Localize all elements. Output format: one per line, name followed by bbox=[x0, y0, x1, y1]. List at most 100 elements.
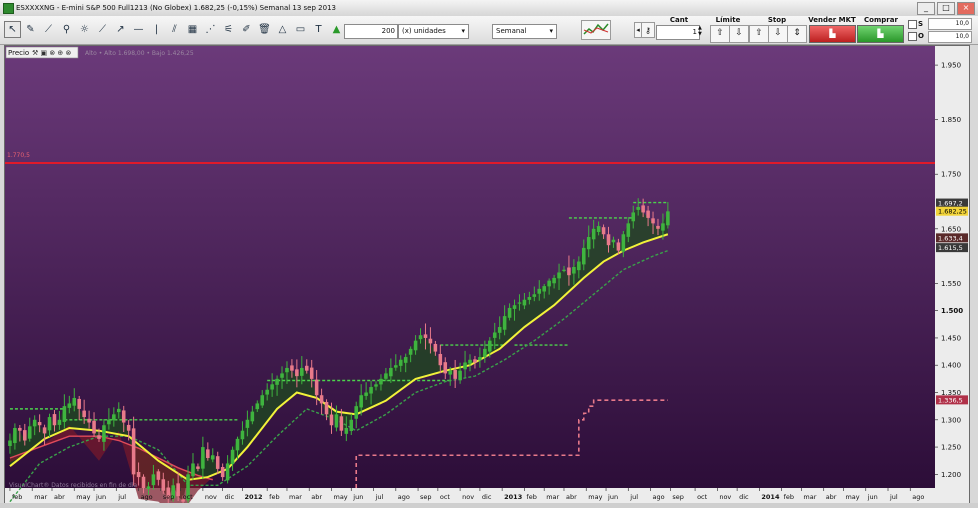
minimize-button[interactable]: _ bbox=[917, 2, 935, 15]
units-input[interactable]: 200 bbox=[344, 24, 398, 39]
candle-body bbox=[107, 419, 111, 425]
chart-canvas: 1.950 1.850 1.750 1.650 1.550 1.500 1.450 1.400… bbox=[5, 46, 969, 503]
x-tick-label: nov bbox=[462, 493, 474, 501]
sun-tool-icon[interactable]: ☼ bbox=[76, 21, 93, 38]
candle-body bbox=[141, 476, 146, 488]
x-tick-label: oct bbox=[440, 493, 451, 501]
candle-body bbox=[295, 369, 299, 377]
close-button[interactable]: × bbox=[957, 2, 975, 15]
vender-label: Vender MKT bbox=[808, 16, 856, 24]
sell-market-button[interactable]: ▙ bbox=[809, 25, 856, 43]
s-input[interactable]: 10,0 bbox=[928, 18, 972, 30]
stop-sell-button[interactable]: ⇩ bbox=[768, 25, 788, 43]
x-tick-label: jun bbox=[867, 493, 878, 501]
y-tick-label: 1.300 bbox=[941, 416, 961, 424]
legend-title: Precio bbox=[8, 49, 29, 57]
price-axis bbox=[935, 46, 969, 503]
candle-body bbox=[463, 362, 467, 370]
candle-body bbox=[47, 417, 52, 431]
limit-sell-button[interactable]: ⇩ bbox=[729, 25, 749, 43]
y-tick-label: 1.200 bbox=[941, 471, 961, 479]
x-tick-label: may bbox=[76, 493, 90, 501]
candle-body bbox=[285, 367, 289, 373]
key-icon[interactable]: ⚷ bbox=[641, 22, 655, 38]
x-tick-label: ago bbox=[398, 493, 410, 501]
buy-arrow-tool-icon[interactable]: ▲ bbox=[328, 21, 345, 38]
candle-body bbox=[126, 424, 131, 431]
candle-body bbox=[611, 239, 616, 243]
x-tick-label: may bbox=[588, 493, 602, 501]
channel-tool-icon[interactable]: ▦ bbox=[184, 21, 201, 38]
candle-body bbox=[250, 411, 255, 422]
x-tick-label: abr bbox=[826, 493, 837, 501]
candle-body bbox=[636, 206, 640, 210]
limit-buy-button[interactable]: ⇧ bbox=[710, 25, 730, 43]
y-tick-label: 1.650 bbox=[941, 225, 961, 233]
rectangle-tool-icon[interactable]: ▭ bbox=[292, 21, 309, 38]
candle-body bbox=[146, 486, 151, 489]
candle-body bbox=[67, 403, 72, 408]
candle-body bbox=[265, 389, 269, 395]
gann-tool-icon[interactable]: ⋰ bbox=[202, 21, 219, 38]
cant-stepper[interactable]: ▲ ▼ bbox=[698, 25, 702, 37]
candle-body bbox=[453, 369, 457, 379]
candle-body bbox=[136, 471, 141, 478]
maximize-button[interactable]: □ bbox=[937, 2, 955, 15]
candle-body bbox=[567, 267, 571, 276]
buy-market-button[interactable]: ▙ bbox=[857, 25, 904, 43]
o-input[interactable]: 10,0 bbox=[928, 31, 972, 43]
candle-body bbox=[27, 426, 32, 439]
candle-body bbox=[443, 362, 448, 374]
pencil-tool-icon[interactable]: ✎ bbox=[22, 21, 39, 38]
x-tick-label: sep bbox=[420, 493, 432, 501]
horizontal-line-tool-icon[interactable]: — bbox=[130, 21, 147, 38]
triangle-tool-icon[interactable]: △ bbox=[274, 21, 291, 38]
legend-settings-icon[interactable]: ⚒ ▣ ⊗ ⊕ ⊗ bbox=[32, 49, 71, 57]
x-tick-label: feb bbox=[12, 493, 22, 501]
candle-body bbox=[517, 302, 522, 304]
o-checkbox[interactable] bbox=[908, 32, 917, 41]
candle-body bbox=[666, 211, 670, 226]
trendline-tool-icon[interactable]: ⟋ bbox=[94, 21, 111, 38]
stop-buy-button[interactable]: ⇧ bbox=[749, 25, 769, 43]
candle-body bbox=[240, 430, 245, 440]
candle-body bbox=[339, 416, 344, 431]
buy-hand-icon: ▙ bbox=[877, 29, 884, 38]
candle-body bbox=[557, 272, 561, 279]
ruler-tool-icon[interactable]: ⟋ bbox=[40, 21, 57, 38]
candle-body bbox=[492, 332, 497, 338]
x-tick-label: dic bbox=[482, 493, 492, 501]
candle-body bbox=[121, 410, 126, 423]
trash-tool-icon[interactable]: 🗑 bbox=[256, 21, 273, 38]
arrow-line-tool-icon[interactable]: ↗ bbox=[112, 21, 129, 38]
title-bar: ESXXXXNG - E-mini S&P 500 Full1213 (No G… bbox=[0, 0, 978, 17]
fibonacci-tool-icon[interactable]: ⫽ bbox=[166, 21, 183, 38]
s-checkbox[interactable] bbox=[908, 20, 917, 29]
cant-input[interactable]: 1 bbox=[656, 25, 700, 40]
candle-body bbox=[423, 334, 428, 338]
pitchfork-tool-icon[interactable]: ⚟ bbox=[220, 21, 237, 38]
price-tag-label: 1.336,5 bbox=[938, 396, 963, 404]
stop-extra-button[interactable]: ⇕ bbox=[787, 25, 807, 43]
text-tool-icon[interactable]: T bbox=[310, 21, 327, 38]
price-chart[interactable]: 1.950 1.850 1.750 1.650 1.550 1.500 1.450 1.400… bbox=[4, 45, 970, 504]
period-select[interactable]: Semanal ▾ bbox=[492, 24, 557, 39]
magnifier-tool-icon[interactable]: ⚲ bbox=[58, 21, 75, 38]
cursor-tool-icon[interactable]: ↖ bbox=[4, 21, 21, 38]
candle-body bbox=[438, 353, 443, 366]
brush-tool-icon[interactable]: ✐ bbox=[238, 21, 255, 38]
candle-body bbox=[112, 414, 116, 421]
x-tick-label: feb bbox=[526, 493, 536, 501]
candle-body bbox=[577, 261, 581, 271]
chart-style-button[interactable] bbox=[581, 20, 611, 40]
candle-body bbox=[329, 414, 334, 426]
candle-body bbox=[537, 288, 542, 294]
candle-body bbox=[641, 205, 645, 213]
candle-body bbox=[82, 410, 86, 418]
candle-body bbox=[354, 406, 359, 419]
candle-body bbox=[225, 463, 230, 481]
vertical-line-tool-icon[interactable]: | bbox=[148, 21, 165, 38]
x-tick-label: 2012 bbox=[244, 493, 262, 501]
candle-body bbox=[201, 447, 205, 469]
units-select[interactable]: (x) unidades ▾ bbox=[398, 24, 469, 39]
